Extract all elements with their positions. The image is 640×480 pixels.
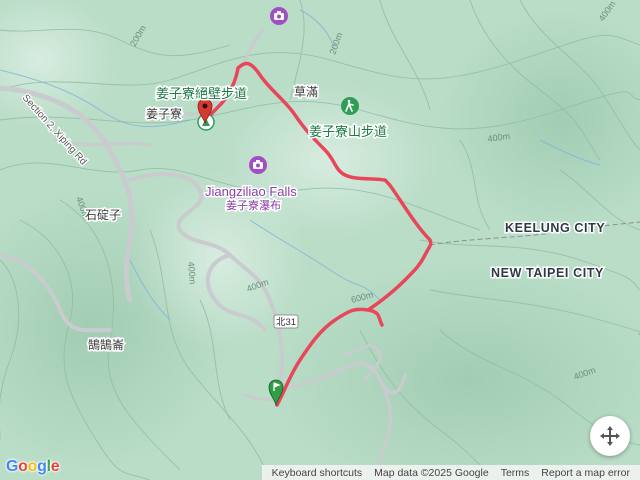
- keelung-city-label: KEELUNG CITY: [505, 221, 605, 235]
- new-taipei-city-label: NEW TAIPEI CITY: [491, 266, 604, 280]
- shidingzi-label: 石碇子: [85, 208, 121, 222]
- top-camera-icon[interactable]: [270, 7, 288, 25]
- trail-top-label: 姜子寮絕壁步道: [156, 86, 247, 101]
- attribution-bar: Keyboard shortcuts Map data ©2025 Google…: [261, 465, 640, 480]
- map-canvas[interactable]: 北31 400m 400m 400m 400m 400m 600m 200m 2…: [0, 0, 640, 480]
- report-map-error-link[interactable]: Report a map error: [535, 467, 636, 479]
- falls-label-zh: 姜子寮瀑布: [226, 198, 281, 212]
- svg-text:400m: 400m: [186, 261, 198, 284]
- google-logo: Google: [6, 458, 60, 475]
- map-move-control[interactable]: [590, 416, 630, 456]
- falls-label-en: Jiangziliao Falls: [205, 184, 297, 199]
- jiangziliao-label: 姜子寮: [146, 106, 182, 121]
- hiking-trail-icon[interactable]: [341, 97, 359, 115]
- falls-camera-icon[interactable]: [249, 156, 267, 174]
- terms-link[interactable]: Terms: [495, 467, 536, 479]
- trail-right-label: 姜子寮山步道: [309, 124, 387, 139]
- move-arrows-icon: [600, 426, 620, 446]
- svg-text:北31: 北31: [276, 317, 296, 328]
- caoman-label: 草滿: [294, 85, 318, 99]
- map-data-text: Map data ©2025 Google: [374, 466, 489, 479]
- gugumu-label: 鵠鵠崙: [88, 338, 124, 352]
- keyboard-shortcuts-link[interactable]: Keyboard shortcuts: [266, 467, 368, 479]
- road-shield: 北31: [273, 314, 299, 329]
